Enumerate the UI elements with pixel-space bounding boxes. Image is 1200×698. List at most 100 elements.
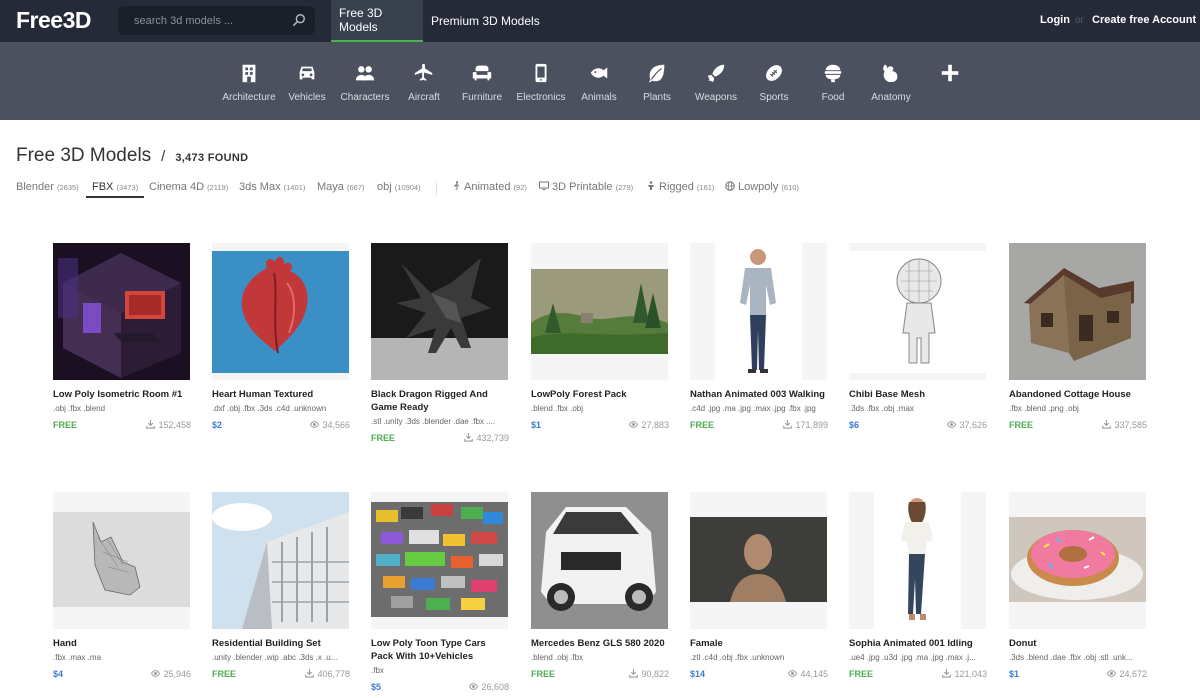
page-title: Free 3D Models (16, 145, 152, 166)
filter-obj[interactable]: obj (10904) (377, 181, 421, 193)
download-icon (942, 669, 952, 678)
create-account-link[interactable]: Create free Account (1092, 14, 1196, 26)
category-more[interactable] (915, 62, 985, 84)
model-card[interactable]: Low Poly Toon Type Cars Pack With 10+Veh… (371, 492, 509, 692)
model-thumbnail[interactable] (371, 492, 508, 629)
model-title[interactable]: Residential Building Set (212, 637, 350, 650)
top-navbar: Free3D Free 3D Models Premium 3D Models … (0, 0, 1200, 42)
model-thumbnail[interactable] (531, 492, 668, 629)
download-icon (1102, 420, 1112, 429)
model-stat: 25,946 (151, 669, 191, 679)
model-title[interactable]: Low Poly Isometric Room #1 (53, 388, 191, 401)
model-price: $5 (371, 682, 382, 692)
model-thumbnail[interactable] (1009, 492, 1146, 629)
model-card[interactable]: Nathan Animated 003 Walking .c4d .jpg .m… (690, 243, 828, 430)
tab-premium-3d-models[interactable]: Premium 3D Models (423, 0, 548, 42)
model-price: FREE (212, 669, 237, 679)
model-thumbnail[interactable] (212, 492, 349, 629)
model-thumbnail[interactable] (212, 243, 349, 380)
model-thumbnail[interactable] (371, 243, 508, 380)
model-formats: .unity .blender .wip .abc .3ds .x .u... (212, 653, 338, 662)
model-thumbnail[interactable] (690, 243, 827, 380)
building-icon (242, 64, 256, 83)
model-title[interactable]: Famale (690, 637, 828, 650)
model-title[interactable]: Donut (1009, 637, 1147, 650)
model-price: FREE (1009, 420, 1034, 430)
football-icon (766, 65, 782, 81)
model-formats: .c4d .jpg .ma .jpg .max .jpg .fbx .jpg (690, 404, 816, 413)
site-logo[interactable]: Free3D (16, 7, 91, 34)
filter-rigged[interactable]: Rigged (161) (646, 181, 714, 193)
results-heading: Free 3D Models / 3,473 FOUND (16, 145, 248, 167)
model-card[interactable]: Abandoned Cottage House .fbx .blend .png… (1009, 243, 1147, 430)
model-thumbnail[interactable] (690, 492, 827, 629)
model-card[interactable]: Sophia Animated 001 Idling .ue4 .jpg .u3… (849, 492, 987, 679)
model-title[interactable]: Chibi Base Mesh (849, 388, 987, 401)
model-price: $4 (53, 669, 64, 679)
category-label: Anatomy (871, 92, 911, 103)
model-title[interactable]: Low Poly Toon Type Cars Pack With 10+Veh… (371, 637, 509, 663)
download-icon (464, 433, 474, 442)
leaf-icon (648, 64, 665, 83)
model-title[interactable]: Mercedes Benz GLS 580 2020 (531, 637, 669, 650)
model-thumbnail[interactable] (53, 243, 190, 380)
model-title[interactable]: LowPoly Forest Pack (531, 388, 669, 401)
results-count: 3,473 FOUND (175, 152, 249, 164)
tab-free-3d-models[interactable]: Free 3D Models (331, 0, 423, 42)
download-icon (146, 420, 156, 429)
filter-lowpoly[interactable]: Lowpoly (610) (725, 181, 799, 193)
model-card[interactable]: Famale .ztl .c4d .obj .fbx .unknown $14 4… (690, 492, 828, 679)
model-title[interactable]: Heart Human Textured (212, 388, 350, 401)
model-formats: .ue4 .jpg .u3d .jpg .ma .jpg .max .j... (849, 653, 976, 662)
model-thumbnail[interactable] (531, 243, 668, 380)
model-card[interactable]: Black Dragon Rigged And Game Ready .stl … (371, 243, 509, 443)
or-separator: or (1075, 15, 1084, 26)
eye-icon (788, 670, 798, 677)
model-card[interactable]: Residential Building Set .unity .blender… (212, 492, 350, 679)
model-thumbnail[interactable] (849, 243, 986, 380)
model-thumbnail[interactable] (849, 492, 986, 629)
search-box (118, 6, 315, 35)
model-card[interactable]: Donut .3ds .blend .dae .fbx .obj .stl .u… (1009, 492, 1147, 679)
model-title[interactable]: Nathan Animated 003 Walking (690, 388, 828, 401)
model-price: $6 (849, 420, 860, 430)
model-stat: 34,566 (310, 420, 350, 430)
model-title[interactable]: Black Dragon Rigged And Game Ready (371, 388, 509, 414)
model-stat: 171,899 (783, 420, 828, 430)
monitor-icon (539, 181, 549, 190)
filter-3d-printable[interactable]: 3D Printable (279) (539, 181, 633, 193)
model-price: FREE (849, 669, 874, 679)
model-title[interactable]: Abandoned Cottage House (1009, 388, 1147, 401)
model-card[interactable]: LowPoly Forest Pack .blend .fbx .obj $1 2… (531, 243, 669, 430)
search-input[interactable] (134, 14, 284, 27)
filter-3ds-max[interactable]: 3ds Max (1401) (239, 181, 305, 193)
model-card[interactable]: Heart Human Textured .dxf .obj .fbx .3ds… (212, 243, 350, 430)
model-title[interactable]: Hand (53, 637, 191, 650)
login-link[interactable]: Login (1040, 14, 1070, 26)
model-formats: .stl .unity .3ds .blender .dae .fbx .... (371, 417, 496, 426)
model-card[interactable]: Chibi Base Mesh .3ds .fbx .obj .max $6 37… (849, 243, 987, 430)
model-stat: 44,145 (788, 669, 828, 679)
model-formats: .3ds .blend .dae .fbx .obj .stl .unk... (1009, 653, 1133, 662)
filter-blender[interactable]: Blender (2635) (16, 181, 79, 193)
download-icon (305, 669, 315, 678)
model-card[interactable]: Hand .fbx .max .ma $4 25,946 (53, 492, 191, 679)
filter-fbx[interactable]: FBX (3473) (86, 181, 145, 198)
model-formats: .blend .obj .fbx (531, 653, 584, 662)
model-card[interactable]: Mercedes Benz GLS 580 2020 .blend .obj .… (531, 492, 669, 679)
model-stat: 432,739 (464, 433, 509, 443)
model-card[interactable]: Low Poly Isometric Room #1 .obj .fbx .bl… (53, 243, 191, 430)
model-thumbnail[interactable] (1009, 243, 1146, 380)
filter-maya[interactable]: Maya (667) (317, 181, 364, 193)
model-stat: 27,883 (629, 420, 669, 430)
filter-animated[interactable]: Animated (92) (451, 181, 527, 193)
model-stat: 337,585 (1102, 420, 1147, 430)
filter-cinema-4d[interactable]: Cinema 4D (2119) (149, 181, 228, 193)
model-title[interactable]: Sophia Animated 001 Idling (849, 637, 987, 650)
model-stat: 24,672 (1107, 669, 1147, 679)
model-formats: .dxf .obj .fbx .3ds .c4d .unknown (212, 404, 327, 413)
filter-bar: Blender (2635) FBX (3473) Cinema 4D (211… (0, 178, 1200, 198)
model-price: $1 (531, 420, 542, 430)
search-icon[interactable] (292, 13, 306, 27)
model-thumbnail[interactable] (53, 492, 190, 629)
